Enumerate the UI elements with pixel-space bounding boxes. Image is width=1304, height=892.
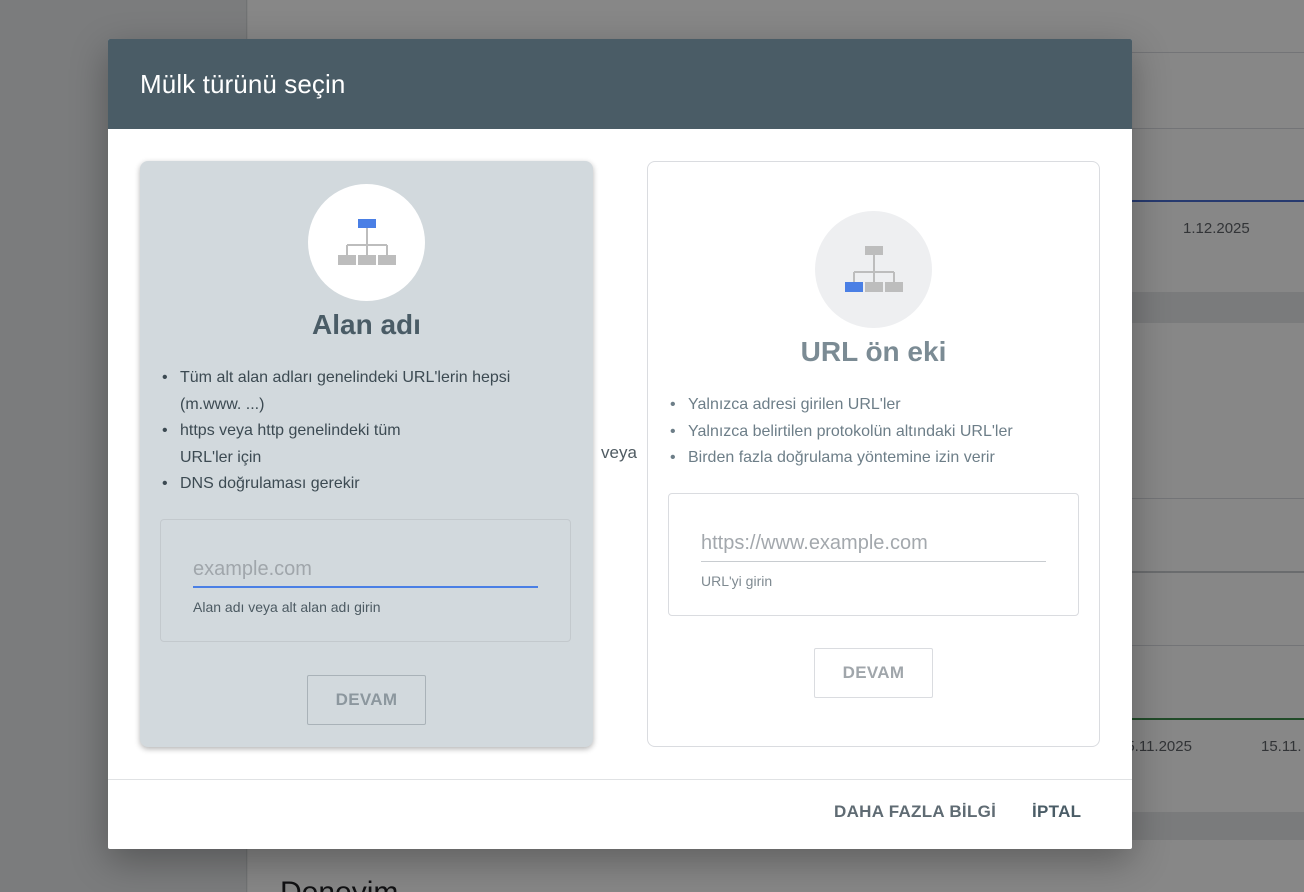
- cancel-button[interactable]: İPTAL: [1032, 802, 1081, 822]
- or-separator: veya: [601, 443, 637, 462]
- learn-more-button[interactable]: DAHA FAZLA BİLGİ: [834, 802, 996, 822]
- property-type-dialog: Mülk türünü seçin Alan adı Tüm alt alan …: [108, 39, 1132, 849]
- url-prefix-feature-list: Yalnızca adresi girilen URL'ler Yalnızca…: [670, 392, 1059, 472]
- list-item: Yalnızca belirtilen protokolün altındaki…: [670, 419, 1059, 446]
- dialog-title: Mülk türünü seçin: [140, 68, 346, 99]
- url-prefix-continue-button[interactable]: DEVAM: [814, 648, 933, 698]
- url-prefix-card-heading: URL ön eki: [800, 336, 947, 367]
- dialog-footer: DAHA FAZLA BİLGİ İPTAL: [108, 779, 1132, 849]
- domain-card-heading: Alan adı: [312, 309, 421, 340]
- url-prefix-property-card[interactable]: URL ön eki Yalnızca adresi girilen URL'l…: [647, 161, 1100, 747]
- url-input[interactable]: [701, 526, 1046, 562]
- domain-input-box: Alan adı veya alt alan adı girin: [160, 519, 571, 642]
- list-item: Yalnızca adresi girilen URL'ler: [670, 392, 1059, 419]
- list-item: Tüm alt alan adları genelindeki URL'leri…: [162, 365, 553, 418]
- url-prefix-icon-circle: [815, 211, 932, 328]
- domain-property-card[interactable]: Alan adı Tüm alt alan adları genelindeki…: [140, 161, 593, 747]
- url-prefix-sitemap-icon: [844, 245, 903, 292]
- domain-icon-circle: [308, 184, 425, 301]
- domain-continue-button[interactable]: DEVAM: [307, 675, 426, 725]
- list-item: DNS doğrulaması gerekir: [162, 471, 553, 498]
- domain-sitemap-icon: [337, 218, 396, 265]
- url-input-box: URL'yi girin: [668, 493, 1079, 616]
- url-input-helper: URL'yi girin: [701, 573, 773, 589]
- list-item: Birden fazla doğrulama yöntemine izin ve…: [670, 445, 1059, 472]
- domain-input-helper: Alan adı veya alt alan adı girin: [193, 599, 381, 615]
- list-item: https veya http genelindeki tüm URL'ler …: [162, 418, 553, 471]
- domain-input[interactable]: [193, 552, 538, 588]
- domain-feature-list: Tüm alt alan adları genelindeki URL'leri…: [162, 365, 553, 498]
- dialog-header: Mülk türünü seçin: [108, 39, 1132, 129]
